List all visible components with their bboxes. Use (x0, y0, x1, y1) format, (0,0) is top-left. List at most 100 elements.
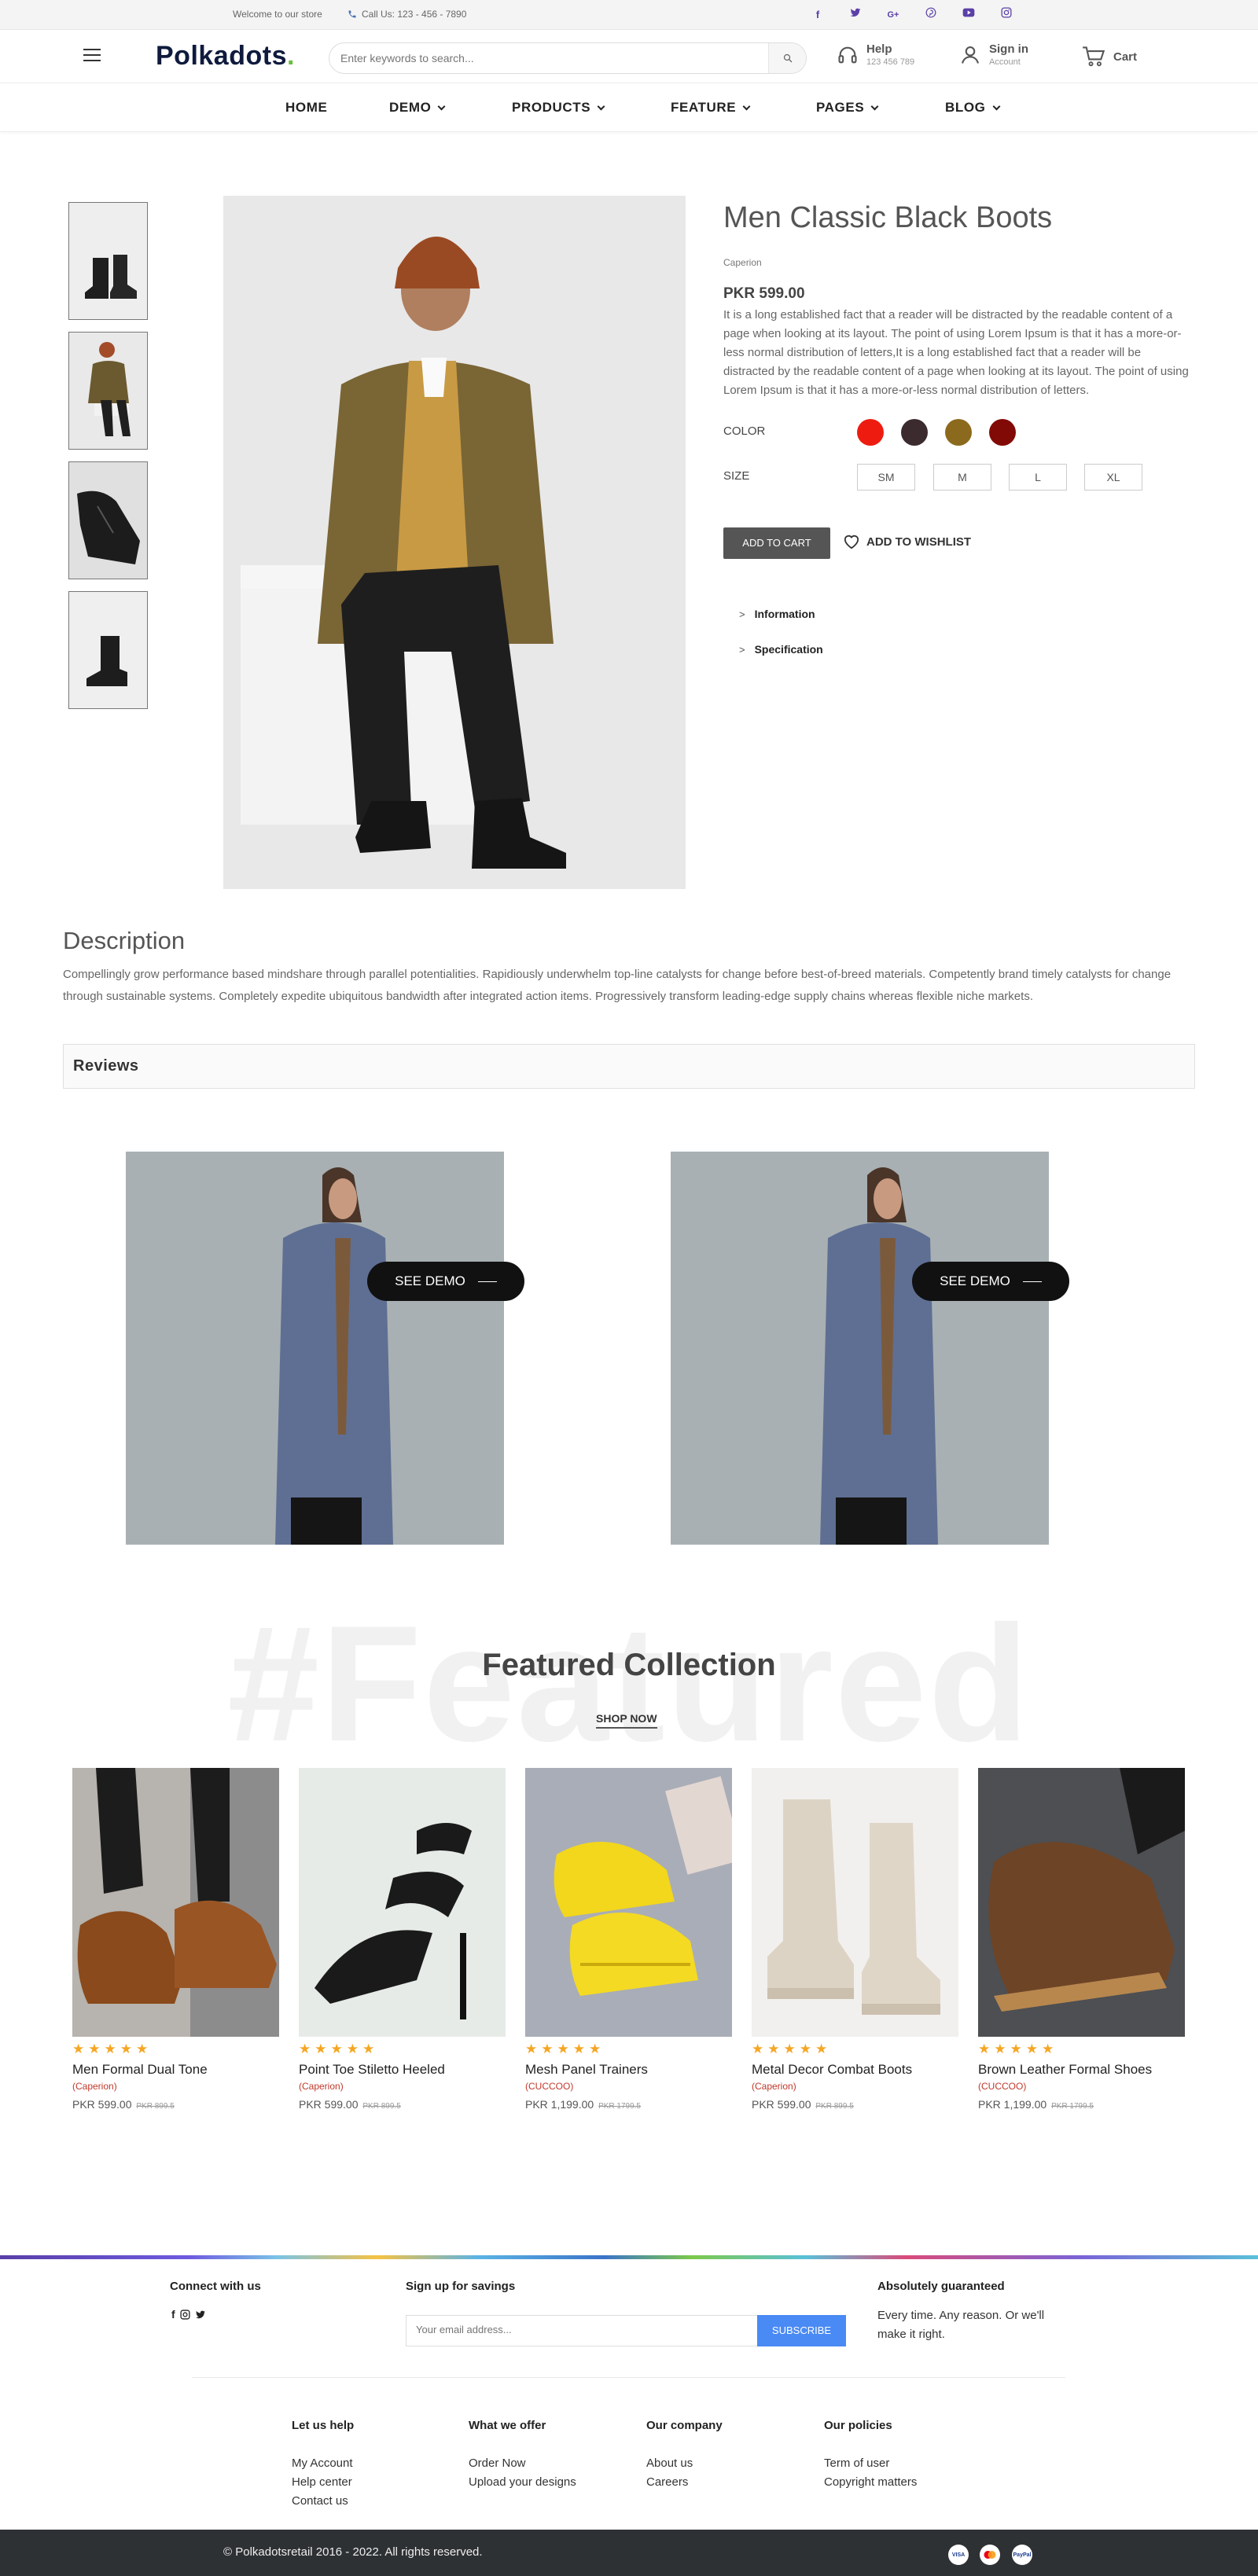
product-brand: Caperion (723, 257, 762, 268)
twitter-icon[interactable] (848, 7, 863, 23)
product-card-image[interactable] (978, 1768, 1185, 2037)
google-plus-icon[interactable]: G+ (885, 7, 901, 23)
footer-link-copyright[interactable]: Copyright matters (824, 2475, 917, 2489)
size-option[interactable]: SM (857, 464, 915, 491)
phone-icon (348, 10, 356, 18)
product-card-old-price: PKR 899.5 (136, 2102, 175, 2111)
nav-demo[interactable]: DEMO (389, 100, 446, 116)
email-field-wrapper (406, 2315, 757, 2346)
product-card-price: PKR 599.00 (72, 2098, 132, 2111)
color-swatch[interactable] (945, 419, 972, 446)
color-swatch[interactable] (857, 419, 884, 446)
accordion-specification[interactable]: > Specification (739, 643, 823, 656)
search-input[interactable] (340, 50, 749, 66)
pinterest-icon[interactable] (923, 7, 939, 23)
nav-home[interactable]: HOME (285, 100, 327, 116)
shop-now-link[interactable]: SHOP NOW (596, 1712, 657, 1729)
description-text: Compellingly grow performance based mind… (63, 968, 1172, 1003)
instagram-icon[interactable] (180, 2309, 190, 2320)
search-icon (783, 53, 792, 63)
nav-pages[interactable]: PAGES (816, 100, 879, 116)
footer-link-help-center[interactable]: Help center (292, 2475, 352, 2489)
product-title: Men Classic Black Boots (723, 201, 1053, 234)
demo-banner-image[interactable] (671, 1152, 1049, 1545)
demo-banner-image[interactable] (126, 1152, 504, 1545)
nav-feature[interactable]: FEATURE (671, 100, 751, 116)
product-card-image[interactable] (72, 1768, 279, 2037)
accordion-information-label: Information (754, 608, 815, 620)
youtube-icon[interactable] (961, 7, 977, 23)
reviews-tab[interactable]: Reviews (63, 1044, 1195, 1089)
product-card-name[interactable]: Point Toe Stiletto Heeled (299, 2062, 506, 2078)
product-thumbnail[interactable] (68, 202, 148, 320)
product-card-image[interactable] (525, 1768, 732, 2037)
product-card-image[interactable] (752, 1768, 958, 2037)
rating-stars: ★★★★★ (525, 2041, 605, 2056)
menu-icon[interactable] (83, 49, 101, 61)
cart-icon (1083, 46, 1105, 67)
footer-link-upload-designs[interactable]: Upload your designs (469, 2475, 576, 2489)
welcome-text: Welcome to our store (233, 9, 322, 20)
nav-home-label: HOME (285, 100, 328, 115)
size-option[interactable]: M (933, 464, 991, 491)
product-card-old-price: PKR 1799.5 (598, 2102, 641, 2111)
description-title: Description (63, 927, 186, 954)
cart-label: Cart (1113, 50, 1138, 64)
footer-link-careers[interactable]: Careers (646, 2475, 688, 2489)
size-option[interactable]: L (1009, 464, 1067, 491)
product-thumbnail[interactable] (68, 591, 148, 709)
add-to-cart-button[interactable]: ADD TO CART (723, 527, 830, 559)
footer-link-contact-us[interactable]: Contact us (292, 2494, 348, 2508)
add-to-wishlist-button[interactable]: ADD TO WISHLIST (843, 534, 971, 549)
visa-icon: VISA (948, 2545, 969, 2565)
color-swatch[interactable] (989, 419, 1016, 446)
facebook-icon[interactable]: f (810, 7, 826, 23)
email-field[interactable] (416, 2324, 746, 2335)
help-link[interactable]: Help 123 456 789 (837, 42, 914, 67)
see-demo-button[interactable]: SEE DEMO (912, 1262, 1069, 1301)
product-card[interactable]: ★★★★★ Mesh Panel Trainers (CUCCOO) PKR 1… (525, 1768, 732, 2111)
product-card-price: PKR 599.00 (299, 2098, 359, 2111)
product-card-name[interactable]: Metal Decor Combat Boots (752, 2062, 958, 2078)
wishlist-label: ADD TO WISHLIST (866, 535, 972, 549)
see-demo-button[interactable]: SEE DEMO (367, 1262, 524, 1301)
product-card[interactable]: ★★★★★ Brown Leather Formal Shoes (CUCCOO… (978, 1768, 1185, 2111)
facebook-icon[interactable]: f (171, 2308, 175, 2321)
mastercard-icon (980, 2545, 1000, 2565)
offer-links-title: What we offer (469, 2419, 546, 2432)
product-main-image[interactable] (223, 196, 686, 889)
footer-link-term-of-user[interactable]: Term of user (824, 2457, 889, 2470)
product-card-name[interactable]: Mesh Panel Trainers (525, 2062, 732, 2078)
rating-stars: ★★★★★ (752, 2041, 832, 2056)
product-card-image[interactable] (299, 1768, 506, 2037)
footer-link-my-account[interactable]: My Account (292, 2457, 353, 2470)
nav-blog[interactable]: BLOG (945, 100, 1000, 116)
sign-in-title: Sign in (989, 42, 1028, 56)
product-thumbnail[interactable] (68, 461, 148, 579)
chevron-right-icon: > (739, 643, 745, 656)
reviews-title: Reviews (73, 1057, 139, 1075)
product-card[interactable]: ★★★★★ Point Toe Stiletto Heeled (Caperio… (299, 1768, 506, 2111)
chevron-down-icon (597, 102, 605, 110)
product-card-old-price: PKR 899.5 (362, 2102, 401, 2111)
search-button[interactable] (768, 43, 806, 73)
nav-products[interactable]: PRODUCTS (512, 100, 605, 116)
subscribe-button[interactable]: SUBSCRIBE (757, 2315, 846, 2346)
nav-products-label: PRODUCTS (512, 100, 591, 115)
product-card[interactable]: ★★★★★ Metal Decor Combat Boots (Caperion… (752, 1768, 958, 2111)
sign-in-link[interactable]: Sign in Account (959, 42, 1028, 67)
size-option[interactable]: XL (1084, 464, 1142, 491)
color-swatch[interactable] (901, 419, 928, 446)
accordion-information[interactable]: > Information (739, 608, 815, 620)
footer-link-about-us[interactable]: About us (646, 2457, 693, 2470)
logo[interactable]: Polkadots. (156, 41, 295, 72)
headset-icon (838, 46, 857, 63)
product-card-name[interactable]: Brown Leather Formal Shoes (978, 2062, 1185, 2078)
product-thumbnail[interactable] (68, 332, 148, 450)
product-card-name[interactable]: Men Formal Dual Tone (72, 2062, 279, 2078)
cart-link[interactable]: Cart (1082, 46, 1137, 68)
instagram-icon[interactable] (999, 7, 1014, 23)
product-card[interactable]: ★★★★★ Men Formal Dual Tone (Caperion) PK… (72, 1768, 279, 2111)
footer-link-order-now[interactable]: Order Now (469, 2457, 526, 2470)
twitter-icon[interactable] (195, 2310, 206, 2320)
